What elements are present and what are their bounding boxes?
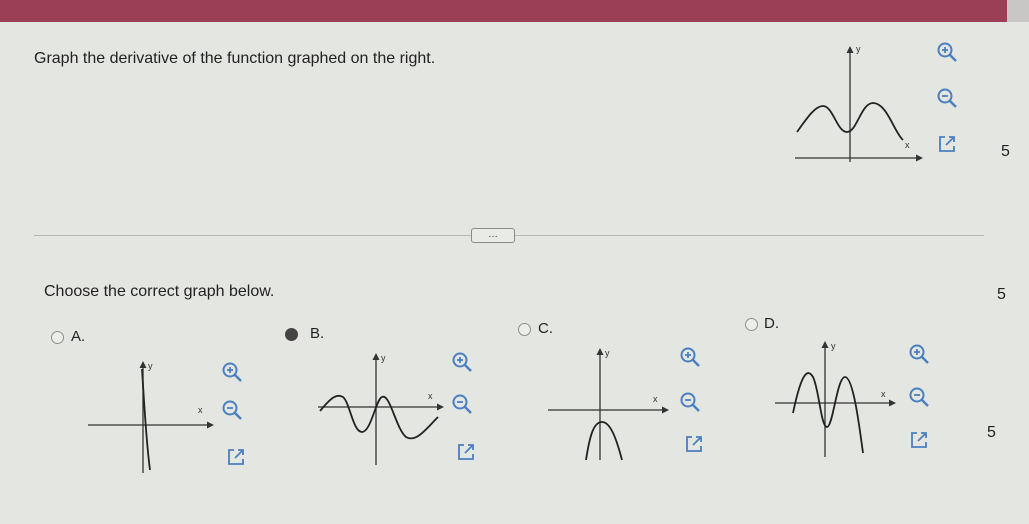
open-external-icon[interactable]	[935, 132, 959, 156]
option-d-graph: y x	[775, 341, 896, 457]
y-axis-label: y	[856, 44, 861, 54]
question-text: Graph the derivative of the function gra…	[34, 50, 436, 67]
y-axis-label: y	[381, 353, 386, 363]
option-a-zoom-out-icon[interactable]	[220, 398, 244, 422]
x-axis-label: x	[653, 394, 658, 404]
option-b-curve	[319, 394, 439, 440]
option-c-open-external-icon[interactable]	[682, 432, 706, 456]
option-b-graph: y x	[318, 353, 444, 465]
top-header-bar	[0, 0, 1029, 22]
y-axis-arrow	[821, 341, 829, 348]
y-axis-arrow	[596, 348, 604, 355]
x-axis-arrow	[662, 406, 669, 414]
option-c-label[interactable]: C.	[538, 320, 553, 337]
option-c-radio[interactable]	[518, 323, 531, 336]
y-axis-arrow	[846, 46, 854, 53]
option-c-zoom-in-icon[interactable]	[678, 345, 702, 369]
prompt-text: Choose the correct graph below.	[44, 283, 275, 300]
y-axis-label: y	[148, 361, 153, 371]
x-axis-arrow	[437, 403, 444, 411]
option-d-open-external-icon[interactable]	[907, 428, 931, 452]
x-axis-label: x	[905, 140, 910, 150]
y-axis-arrow	[139, 361, 147, 368]
prompt-count: 5	[997, 286, 1006, 303]
x-axis-arrow	[889, 399, 896, 407]
option-d-radio[interactable]	[745, 318, 758, 331]
option-c-curve	[585, 421, 623, 461]
option-d-curve	[792, 372, 864, 454]
option-c-zoom-out-icon[interactable]	[678, 390, 702, 414]
option-b-label[interactable]: B.	[310, 325, 324, 342]
given-function-graph: y x	[795, 44, 923, 162]
y-axis-arrow	[372, 353, 380, 360]
x-axis-label: x	[428, 391, 433, 401]
option-b-zoom-in-icon[interactable]	[450, 350, 474, 374]
option-d-zoom-in-icon[interactable]	[907, 342, 931, 366]
option-a-graph: y x	[88, 361, 214, 473]
more-button[interactable]: …	[471, 228, 515, 243]
option-d-label[interactable]: D.	[764, 315, 779, 332]
header-corner	[1007, 0, 1029, 22]
y-axis-label: y	[831, 341, 836, 351]
options-count: 5	[987, 424, 996, 441]
option-a-label[interactable]: A.	[71, 328, 85, 345]
option-d-zoom-out-icon[interactable]	[907, 385, 931, 409]
x-axis-label: x	[198, 405, 203, 415]
x-axis-label: x	[881, 389, 886, 399]
option-b-radio[interactable]	[285, 328, 298, 341]
option-a-radio[interactable]	[51, 331, 64, 344]
option-b-open-external-icon[interactable]	[454, 440, 478, 464]
zoom-out-icon[interactable]	[935, 86, 959, 110]
option-a-open-external-icon[interactable]	[224, 445, 248, 469]
zoom-in-icon[interactable]	[935, 40, 959, 64]
x-axis-arrow	[207, 421, 214, 429]
option-b-zoom-out-icon[interactable]	[450, 392, 474, 416]
y-axis-label: y	[605, 348, 610, 358]
x-axis-arrow	[916, 154, 923, 162]
option-a-zoom-in-icon[interactable]	[220, 360, 244, 384]
option-c-graph: y x	[548, 348, 669, 461]
question-count: 5	[1001, 143, 1010, 160]
